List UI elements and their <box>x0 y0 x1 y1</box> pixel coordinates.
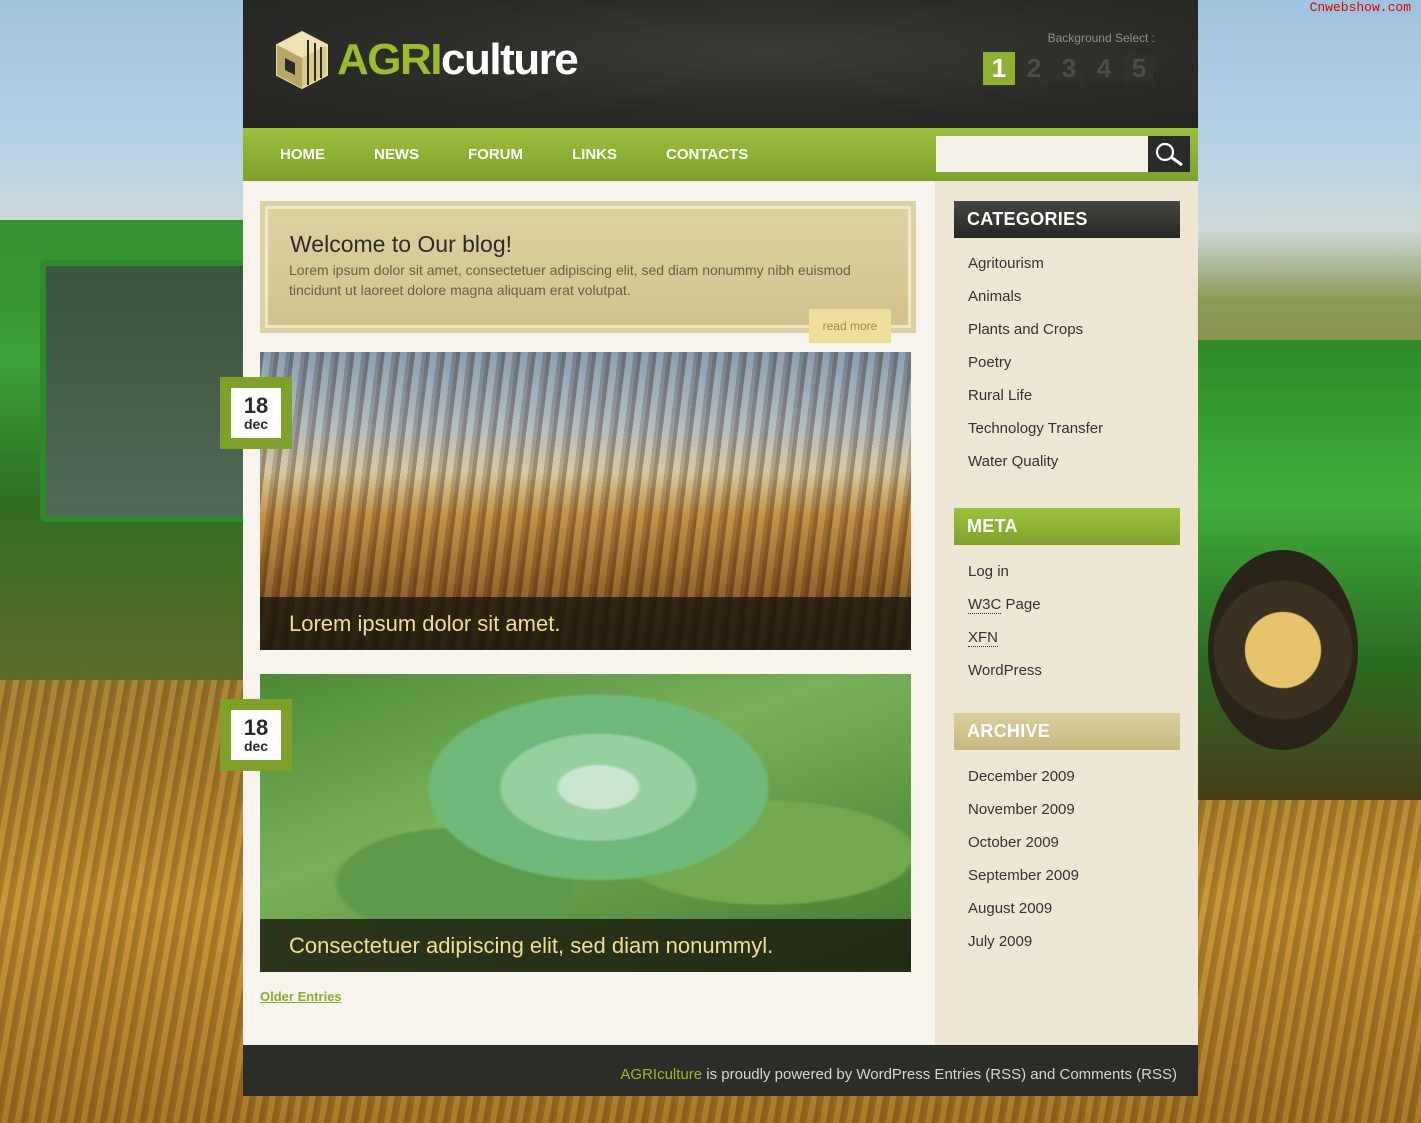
archive-link[interactable]: December 2009 <box>968 768 1079 801</box>
sidebar: CATEGORIES Agritourism Animals Plants an… <box>935 181 1198 1045</box>
post-cabbage: Consectetuer adipiscing elit, sed diam n… <box>260 674 911 972</box>
background-option-3[interactable]: 3 <box>1053 52 1085 85</box>
post-wheat: Lorem ipsum dolor sit amet. <box>260 352 911 650</box>
date-month: dec <box>243 416 269 432</box>
categories-title: CATEGORIES <box>954 201 1180 238</box>
post-title[interactable]: Lorem ipsum dolor sit amet. <box>260 597 911 650</box>
category-link[interactable]: Animals <box>968 288 1103 321</box>
page-wrapper: AGRIculture Background Select : 1 2 3 4 … <box>243 0 1198 1096</box>
background-option-4[interactable]: 4 <box>1088 52 1120 85</box>
search-button[interactable] <box>1148 136 1190 172</box>
category-link[interactable]: Agritourism <box>968 255 1103 288</box>
welcome-title: Welcome to Our blog! <box>290 231 513 257</box>
background-select: 1 2 3 4 5 <box>983 52 1155 85</box>
categories-list: Agritourism Animals Plants and Crops Poe… <box>968 255 1103 486</box>
archive-link[interactable]: September 2009 <box>968 867 1079 900</box>
w3c-page-text: Page <box>1005 596 1041 613</box>
background-select-label: Background Select : <box>1047 31 1155 45</box>
date-day: 18 <box>243 393 269 418</box>
tractor-wheel <box>1208 550 1358 750</box>
archive-title: ARCHIVE <box>954 713 1180 750</box>
nav-item-links[interactable]: LINKS <box>572 146 617 163</box>
archive-link[interactable]: August 2009 <box>968 900 1079 933</box>
logo-text: AGRIculture <box>337 35 579 84</box>
meta-link-xfn[interactable]: XFN <box>968 629 1042 662</box>
meta-link-login[interactable]: Log in <box>968 563 1042 596</box>
search-input[interactable] <box>936 136 1148 172</box>
category-link[interactable]: Poetry <box>968 354 1103 387</box>
nav-list: HOME NEWS FORUM LINKS CONTACTS <box>280 128 797 181</box>
archive-link[interactable]: July 2009 <box>968 933 1079 966</box>
logo-agri: AGRI <box>337 35 443 84</box>
tractor-image-right <box>1198 340 1421 800</box>
harvester-image-left <box>0 220 252 680</box>
w3c-abbr: W3C <box>968 596 1002 614</box>
nav-item-forum[interactable]: FORUM <box>468 146 523 163</box>
site-logo[interactable]: AGRIculture <box>275 30 579 90</box>
watermark: Cnwebshow.com <box>1309 0 1411 15</box>
meta-link-wordpress[interactable]: WordPress <box>968 662 1042 695</box>
nav-item-home[interactable]: HOME <box>280 146 325 163</box>
welcome-box: Welcome to Our blog! Lorem ipsum dolor s… <box>260 201 916 343</box>
footer-powered-text: is proudly powered by WordPress Entries … <box>702 1066 1177 1083</box>
date-badge-inner: 18 dec <box>231 388 281 438</box>
welcome-text: Lorem ipsum dolor sit amet, consectetuer… <box>289 262 851 298</box>
read-more-button[interactable]: read more <box>809 309 891 343</box>
nav-item-news[interactable]: NEWS <box>374 146 419 163</box>
background-option-1[interactable]: 1 <box>983 52 1015 85</box>
meta-list: Log in W3C Page XFN WordPress <box>968 563 1042 695</box>
meta-title: META <box>954 508 1180 545</box>
post-title[interactable]: Consectetuer adipiscing elit, sed diam n… <box>260 919 911 972</box>
footer-brand-link[interactable]: AGRIculture <box>620 1066 702 1083</box>
magnifier-icon <box>1155 142 1183 167</box>
date-badge-inner: 18 dec <box>231 710 281 760</box>
archive-link[interactable]: October 2009 <box>968 834 1079 867</box>
date-badge: 18 dec <box>220 377 292 449</box>
archive-link[interactable]: November 2009 <box>968 801 1079 834</box>
category-link[interactable]: Plants and Crops <box>968 321 1103 354</box>
archive-list: December 2009 November 2009 October 2009… <box>968 768 1079 966</box>
main-content: Welcome to Our blog! Lorem ipsum dolor s… <box>243 181 935 1045</box>
date-badge: 18 dec <box>220 699 292 771</box>
site-header: AGRIculture Background Select : 1 2 3 4 … <box>243 0 1198 128</box>
meta-link-w3c[interactable]: W3C Page <box>968 596 1042 629</box>
date-month: dec <box>243 738 269 754</box>
footer-text: AGRIculture is proudly powered by WordPr… <box>620 1066 1177 1083</box>
nav-item-contacts[interactable]: CONTACTS <box>666 146 748 163</box>
background-option-2[interactable]: 2 <box>1018 52 1050 85</box>
category-link[interactable]: Technology Transfer <box>968 420 1103 453</box>
site-footer: AGRIculture is proudly powered by WordPr… <box>243 1045 1198 1096</box>
category-link[interactable]: Water Quality <box>968 453 1103 486</box>
category-link[interactable]: Rural Life <box>968 387 1103 420</box>
xfn-abbr: XFN <box>968 629 998 647</box>
logo-culture: culture <box>441 35 579 84</box>
older-entries-link[interactable]: Older Entries <box>260 989 342 1004</box>
date-day: 18 <box>243 715 269 740</box>
background-option-5[interactable]: 5 <box>1123 52 1155 85</box>
logo-cube-icon <box>276 30 328 90</box>
